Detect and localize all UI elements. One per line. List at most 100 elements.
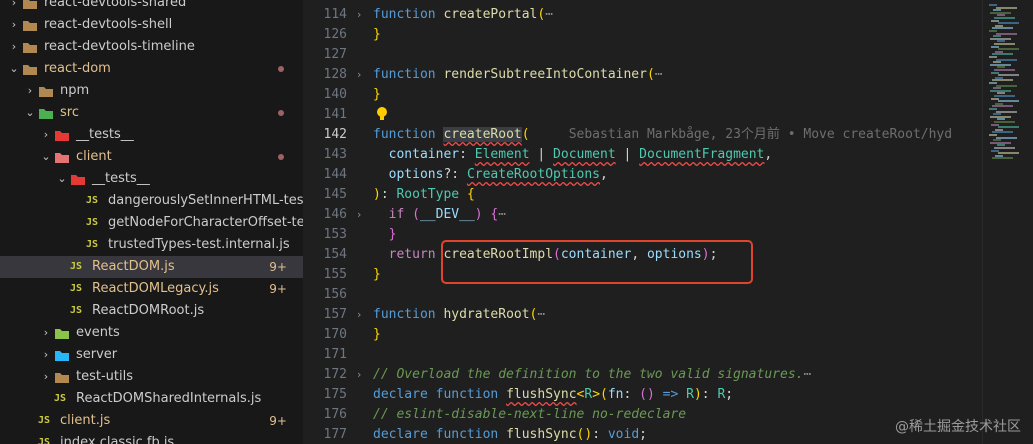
tree-item-tests[interactable]: › __tests__ [0, 124, 303, 146]
tree-item-src[interactable]: ⌄ src [0, 102, 303, 124]
code-line-175[interactable]: declare function flushSync<R>(fn: () => … [373, 385, 733, 405]
chevron-down-icon[interactable]: ⌄ [24, 105, 36, 121]
folder-icon [55, 153, 69, 163]
line-number: 128 [323, 67, 347, 82]
code-line-128[interactable]: function renderSubtreeIntoContainer(⋯ [373, 65, 663, 85]
code-line-170[interactable]: } [373, 325, 381, 345]
code-line-172[interactable]: // Overload the definition to the two va… [373, 365, 811, 385]
tree-item-reactdomlegacy-js[interactable]: JS ReactDOMLegacy.js 9+ [0, 278, 303, 300]
minimap[interactable] [982, 0, 1033, 444]
tree-item-react-dom[interactable]: ⌄ react-dom [0, 58, 303, 80]
chevron-right-icon[interactable]: › [8, 17, 20, 33]
code-line-126[interactable]: } [373, 25, 381, 45]
folder-icon [55, 131, 69, 141]
fold-chevron-icon[interactable]: › [357, 205, 369, 225]
modified-dot-icon [278, 110, 284, 116]
line-number: 127 [323, 47, 347, 62]
chevron-right-icon[interactable]: › [40, 347, 52, 363]
code-line-153[interactable]: } [373, 225, 397, 245]
javascript-file-icon: JS [38, 415, 51, 426]
tree-item-events[interactable]: › events [0, 322, 303, 344]
line-number: 153 [323, 227, 347, 242]
tree-item-label: react-dom [44, 61, 111, 76]
tree-item-label: __tests__ [76, 127, 134, 142]
tree-item-react-devtools-timeline[interactable]: › react-devtools-timeline [0, 36, 303, 58]
code-line-155[interactable]: } [373, 265, 381, 285]
code-line-144[interactable]: options?: CreateRootOptions, [373, 165, 608, 185]
lightbulb-icon[interactable] [375, 106, 389, 122]
chevron-down-icon[interactable]: ⌄ [40, 149, 52, 165]
folder-icon [55, 373, 69, 383]
code-line-140[interactable]: } [373, 85, 381, 105]
code-line-177[interactable]: declare function flushSync(): void; [373, 425, 647, 444]
fold-chevron-icon[interactable]: › [357, 5, 369, 25]
tree-item-reactdom-js[interactable]: JS ReactDOM.js 9+ [0, 256, 303, 278]
tree-item-client[interactable]: ⌄ client [0, 146, 303, 168]
chevron-right-icon[interactable]: › [40, 127, 52, 143]
code-line-145[interactable]: ): RootType { [373, 185, 475, 205]
tree-item-label: dangerouslySetInnerHTML-test.js [108, 193, 303, 208]
javascript-file-icon: JS [38, 437, 51, 444]
chevron-down-icon[interactable]: ⌄ [8, 61, 20, 77]
fold-chevron-icon[interactable]: › [357, 365, 369, 385]
chevron-right-icon[interactable]: › [24, 83, 36, 99]
line-number: 156 [323, 287, 347, 302]
folder-icon [23, 0, 37, 9]
fold-chevron-icon[interactable]: › [357, 65, 369, 85]
tree-item-react-devtools-shell[interactable]: › react-devtools-shell [0, 14, 303, 36]
tree-item-label: events [76, 325, 120, 340]
tree-item-label: react-devtools-shell [44, 17, 173, 32]
line-number: 157 [323, 307, 347, 322]
line-number: 176 [323, 407, 347, 422]
code-line-157[interactable]: function hydrateRoot(⋯ [373, 305, 545, 325]
tree-item-index-classic-fb-js[interactable]: JS index.classic.fb.js [0, 432, 303, 444]
code-line-176[interactable]: // eslint-disable-next-line no-redeclare [373, 405, 686, 425]
folder-icon [23, 21, 37, 31]
tree-item-dangerouslysetinnerhtml-test-js[interactable]: JS dangerouslySetInnerHTML-test.js [0, 190, 303, 212]
chevron-right-icon[interactable]: › [8, 39, 20, 55]
line-number: 142 [323, 127, 347, 142]
code-line-146[interactable]: if (__DEV__) {⋯ [373, 205, 506, 225]
code-line-143[interactable]: container: Element | Document | Document… [373, 145, 773, 165]
tree-item-label: test-utils [76, 369, 133, 384]
tree-item-label: trustedTypes-test.internal.js [108, 237, 290, 252]
chevron-down-icon[interactable]: ⌄ [56, 171, 68, 187]
tree-item-label: ReactDOMRoot.js [92, 303, 205, 318]
javascript-file-icon: JS [70, 283, 83, 294]
tree-item-label: client.js [60, 413, 111, 428]
tree-item-label: __tests__ [92, 171, 150, 186]
folder-icon [39, 109, 53, 119]
tree-item-server[interactable]: › server [0, 344, 303, 366]
chevron-right-icon[interactable]: › [40, 325, 52, 341]
line-number: 145 [323, 187, 347, 202]
line-number: 175 [323, 387, 347, 402]
line-number: 144 [323, 167, 347, 182]
code-editor[interactable]: 114 › 126 127 128 › 140 141 142 143 144 145 146 › 153 1… [303, 0, 1033, 444]
folder-icon [39, 87, 53, 97]
line-number: 171 [323, 347, 347, 362]
tree-item-reactdomroot-js[interactable]: JS ReactDOMRoot.js [0, 300, 303, 322]
fold-chevron-icon[interactable]: › [357, 305, 369, 325]
tree-item-label: react-devtools-shared [44, 0, 187, 10]
tree-item-tests[interactable]: ⌄ __tests__ [0, 168, 303, 190]
line-number: 177 [323, 427, 347, 442]
tree-item-label: ReactDOMSharedInternals.js [76, 391, 262, 406]
code-line-142[interactable]: function createRoot( Sebastian Markbåge,… [373, 125, 952, 145]
javascript-file-icon: JS [70, 305, 83, 316]
minimap-line [992, 157, 1013, 160]
line-number: 143 [323, 147, 347, 162]
folder-icon [71, 175, 85, 185]
tree-item-getnodeforcharacteroffset-test-js[interactable]: JS getNodeForCharacterOffset-test.js [0, 212, 303, 234]
tree-item-client-js[interactable]: JS client.js 9+ [0, 410, 303, 432]
tree-item-trustedtypes-test-internal-js[interactable]: JS trustedTypes-test.internal.js [0, 234, 303, 256]
tree-item-label: ReactDOMLegacy.js [92, 281, 219, 296]
chevron-right-icon[interactable]: › [8, 0, 20, 11]
watermark: @稀土掘金技术社区 [895, 419, 1021, 435]
tree-item-react-devtools-shared[interactable]: › react-devtools-shared [0, 0, 303, 14]
tree-item-test-utils[interactable]: › test-utils [0, 366, 303, 388]
tree-item-npm[interactable]: › npm [0, 80, 303, 102]
tree-item-reactdomsharedinternals-js[interactable]: JS ReactDOMSharedInternals.js [0, 388, 303, 410]
tree-item-label: npm [60, 83, 90, 98]
code-line-114[interactable]: function createPortal(⋯ [373, 5, 553, 25]
chevron-right-icon[interactable]: › [40, 369, 52, 385]
